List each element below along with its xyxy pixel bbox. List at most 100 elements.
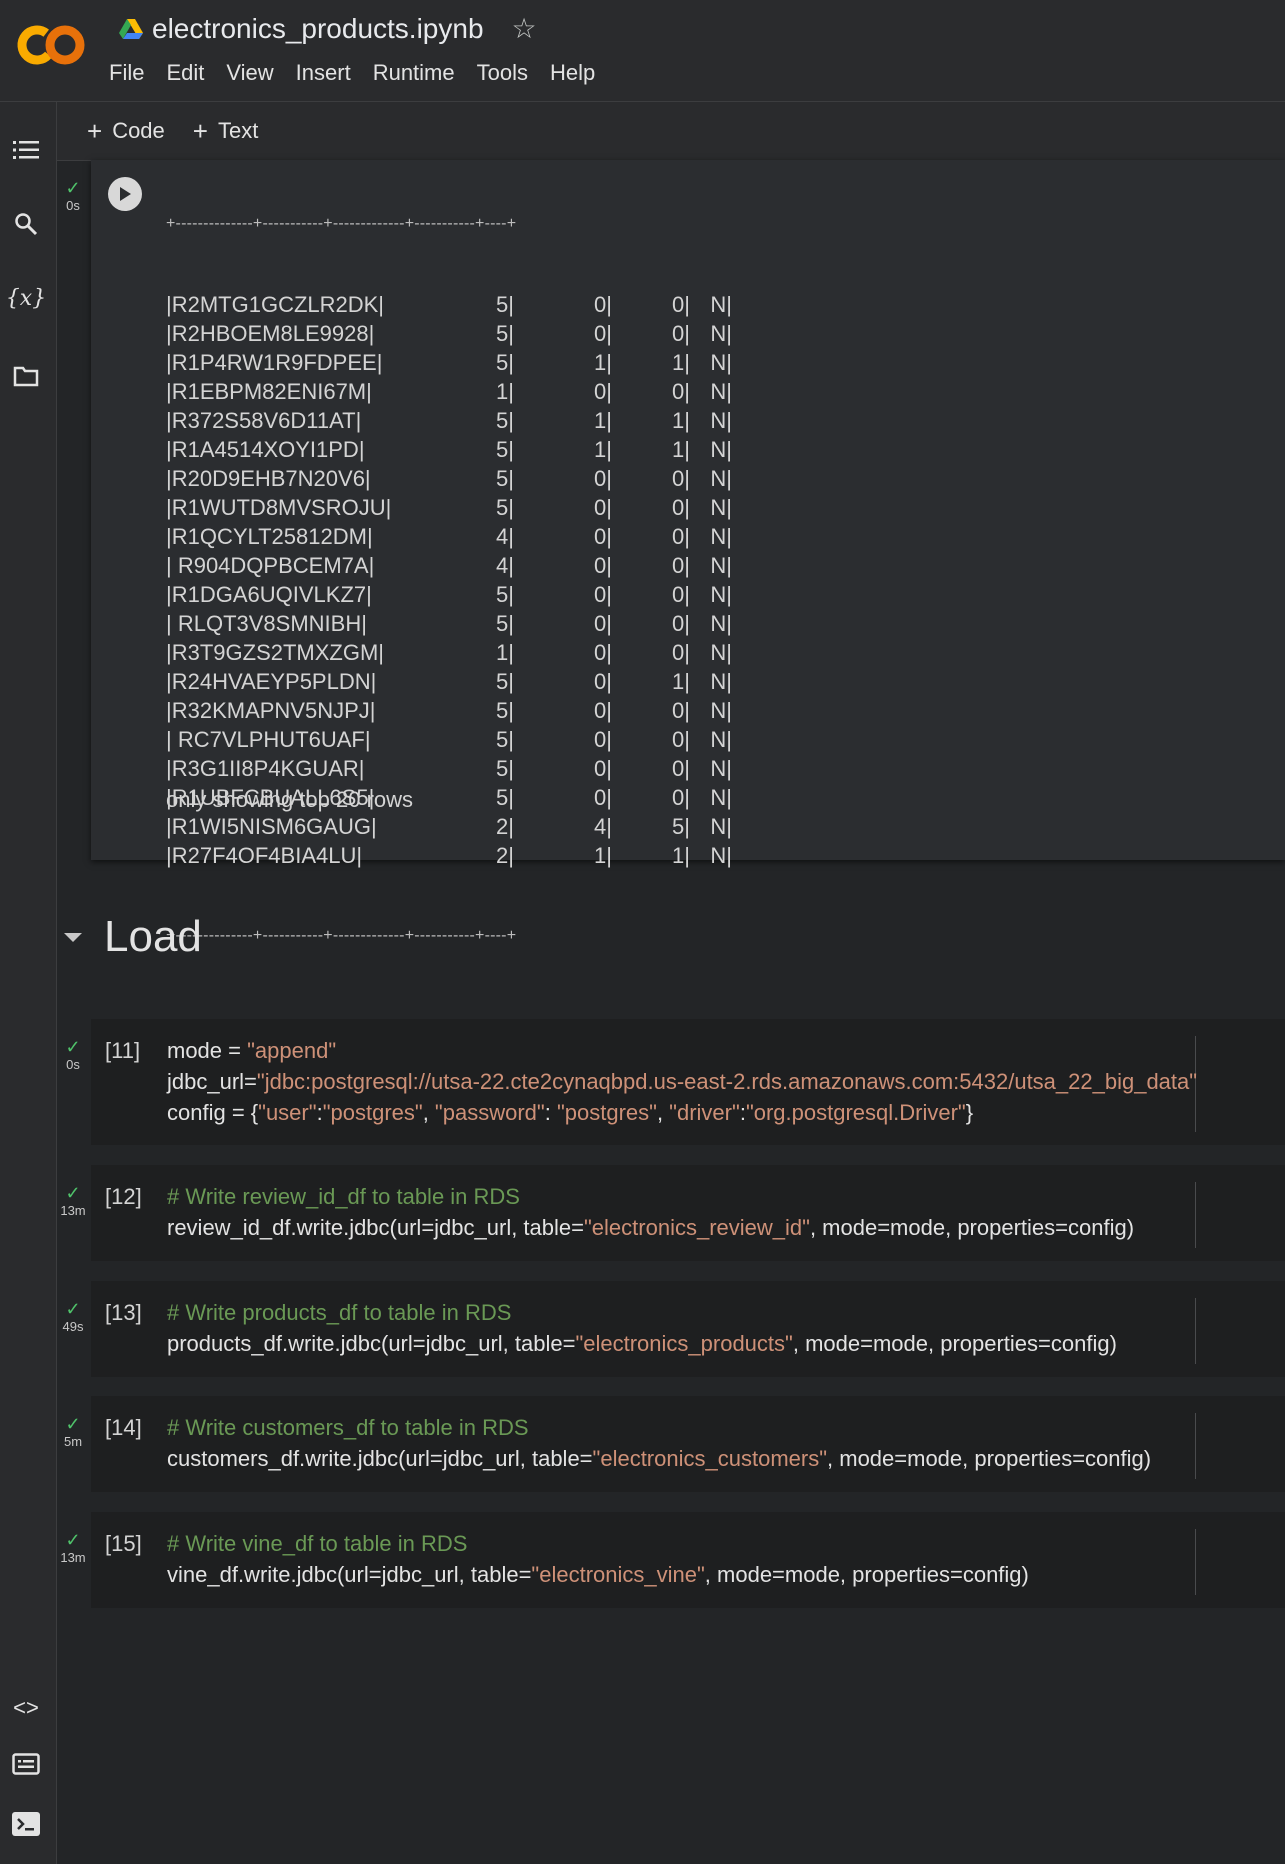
menu-item-help[interactable]: Help bbox=[550, 60, 595, 86]
output-row: |R2HBOEM8LE9928| 5| 0| 0| N| bbox=[166, 319, 732, 348]
table-separator-top: +--------------+-----------+------------… bbox=[166, 215, 517, 232]
output-row: |R1QCYLT25812DM| 4| 0| 0| N| bbox=[166, 522, 732, 551]
output-row: |R1WI5NISM6GAUG| 2| 4| 5| N| bbox=[166, 812, 732, 841]
colab-logo[interactable] bbox=[16, 24, 86, 66]
cell-status: ✓ 49s bbox=[58, 1300, 88, 1334]
code-string: "electronics_review_id" bbox=[584, 1215, 810, 1240]
cell-run-time: 0s bbox=[66, 1057, 80, 1072]
output-cell-value: 5| bbox=[496, 495, 514, 520]
output-cell-value: N| bbox=[710, 524, 732, 549]
output-cell-value: 1| bbox=[672, 350, 690, 375]
app-header: electronics_products.ipynb ☆ File Edit Vie… bbox=[0, 0, 1285, 102]
cell-divider bbox=[1195, 1182, 1196, 1248]
output-cell-value: 1| bbox=[594, 843, 612, 868]
output-cell-value: 1| bbox=[672, 843, 690, 868]
add-code-button[interactable]: + Code bbox=[87, 116, 165, 147]
code-text: , mode=mode, properties=config) bbox=[704, 1562, 1029, 1587]
output-cell-value: |R3G1II8P4KGUAR| bbox=[166, 756, 365, 781]
menu-item-tools[interactable]: Tools bbox=[477, 60, 528, 86]
menu-item-runtime[interactable]: Runtime bbox=[373, 60, 455, 86]
output-cell-value: 0| bbox=[672, 727, 690, 752]
menu-item-edit[interactable]: Edit bbox=[166, 60, 204, 86]
cell-output: +--------------+-----------+------------… bbox=[166, 158, 732, 973]
execution-count[interactable]: [11] bbox=[105, 1038, 140, 1064]
code-text: , mode=mode, properties=config) bbox=[809, 1215, 1135, 1240]
code-editor[interactable]: # Write products_df to table in RDS produ… bbox=[167, 1297, 1117, 1359]
search-icon[interactable] bbox=[10, 208, 42, 240]
output-cell-value: N| bbox=[710, 466, 732, 491]
output-row: |R24HVAEYP5PLDN| 5| 0| 1| N| bbox=[166, 667, 732, 696]
code-text: jdbc_url= bbox=[167, 1069, 257, 1094]
check-icon: ✓ bbox=[65, 1037, 81, 1057]
output-cell-value: N| bbox=[710, 379, 732, 404]
output-cell-value: |R1WI5NISM6GAUG| bbox=[166, 814, 377, 839]
output-cell-value: |R3T9GZS2TMXZGM| bbox=[166, 640, 385, 665]
output-cell-value: 0| bbox=[594, 582, 612, 607]
output-row: |R1WUTD8MVSROJU| 5| 0| 0| N| bbox=[166, 493, 732, 522]
code-editor[interactable]: mode = "append" jdbc_url="jdbc:postgresql… bbox=[167, 1035, 1197, 1128]
output-cell-value: | R904DQPBCEM7A| bbox=[166, 553, 375, 578]
output-cell-value: 0| bbox=[672, 698, 690, 723]
output-cell-value: 0| bbox=[672, 640, 690, 665]
section-heading: Load bbox=[64, 912, 202, 962]
output-cell-value: 0| bbox=[594, 727, 612, 752]
output-cell-value: 1| bbox=[672, 408, 690, 433]
folder-icon[interactable] bbox=[10, 360, 42, 392]
code-text: : bbox=[544, 1100, 557, 1125]
menu-item-file[interactable]: File bbox=[109, 60, 144, 86]
terminal-icon[interactable] bbox=[10, 1808, 42, 1840]
check-icon: ✓ bbox=[65, 1530, 81, 1550]
execution-count[interactable]: [13] bbox=[105, 1300, 142, 1326]
output-cell-value: |R1EBPM82ENI67M| bbox=[166, 379, 372, 404]
code-text: products_df.write.jdbc(url=jdbc_url, tab… bbox=[167, 1331, 576, 1356]
code-string: "postgres" bbox=[556, 1100, 657, 1125]
table-separator-bottom: +--------------+-----------+------------… bbox=[166, 927, 517, 944]
add-text-button[interactable]: + Text bbox=[193, 116, 259, 147]
output-row: |R3T9GZS2TMXZGM| 1| 0| 0| N| bbox=[166, 638, 732, 667]
code-comment: # Write customers_df to table in RDS bbox=[167, 1415, 529, 1440]
code-editor[interactable]: # Write customers_df to table in RDS cust… bbox=[167, 1412, 1151, 1474]
code-editor[interactable]: # Write review_id_df to table in RDS revi… bbox=[167, 1181, 1134, 1243]
notebook-title[interactable]: electronics_products.ipynb bbox=[152, 13, 484, 45]
output-cell-value: 0| bbox=[672, 495, 690, 520]
code-line: # Write customers_df to table in RDS bbox=[167, 1412, 1151, 1443]
code-snippets-icon[interactable]: <> bbox=[10, 1692, 42, 1724]
add-text-label: Text bbox=[217, 118, 259, 143]
command-palette-icon[interactable] bbox=[10, 1748, 42, 1780]
cell-run-time: 5m bbox=[63, 1434, 83, 1449]
play-icon bbox=[120, 187, 131, 201]
menu-item-view[interactable]: View bbox=[226, 60, 273, 86]
cell-status: ✓ 13m bbox=[58, 1530, 88, 1565]
code-line: customers_df.write.jdbc(url=jdbc_url, ta… bbox=[167, 1443, 1151, 1474]
output-row: |R372S58V6D11AT| 5| 1| 1| N| bbox=[166, 406, 732, 435]
cell-run-time: 13m bbox=[60, 1550, 86, 1565]
output-row: | R904DQPBCEM7A| 4| 0| 0| N| bbox=[166, 551, 732, 580]
output-cell-value: 0| bbox=[594, 640, 612, 665]
execution-count[interactable]: [14] bbox=[105, 1415, 142, 1441]
output-row: | RC7VLPHUT6UAF| 5| 0| 0| N| bbox=[166, 725, 732, 754]
output-cell-value: 0| bbox=[594, 756, 612, 781]
star-icon[interactable]: ☆ bbox=[512, 12, 537, 45]
code-line: vine_df.write.jdbc(url=jdbc_url, table="… bbox=[167, 1559, 1029, 1590]
output-cell-value: 1| bbox=[496, 379, 514, 404]
output-cell-value: |R24HVAEYP5PLDN| bbox=[166, 669, 377, 694]
code-line: products_df.write.jdbc(url=jdbc_url, tab… bbox=[167, 1328, 1117, 1359]
output-cell-value: |R27F4OF4BIA4LU| bbox=[166, 843, 363, 868]
cell-divider bbox=[1195, 1529, 1196, 1595]
output-cell-value: 0| bbox=[672, 553, 690, 578]
cell-divider bbox=[1195, 1298, 1196, 1364]
menu-item-insert[interactable]: Insert bbox=[296, 60, 351, 86]
code-text: config = { bbox=[167, 1100, 259, 1125]
run-cell-button[interactable] bbox=[108, 177, 142, 211]
output-cell-value: 5| bbox=[496, 321, 514, 346]
code-string: "append" bbox=[247, 1038, 337, 1063]
execution-count[interactable]: [12] bbox=[105, 1184, 142, 1210]
code-string: "electronics_customers" bbox=[592, 1446, 828, 1471]
variables-icon[interactable]: {x} bbox=[6, 282, 46, 314]
table-of-contents-icon[interactable] bbox=[10, 134, 42, 166]
execution-count[interactable]: [15] bbox=[105, 1531, 142, 1557]
output-row: |R1DGA6UQIVLKZ7| 5| 0| 0| N| bbox=[166, 580, 732, 609]
collapse-caret-icon[interactable] bbox=[64, 932, 82, 942]
code-editor[interactable]: # Write vine_df to table in RDS vine_df.w… bbox=[167, 1528, 1029, 1590]
output-cell-value: |R32KMAPNV5NJPJ| bbox=[166, 698, 376, 723]
